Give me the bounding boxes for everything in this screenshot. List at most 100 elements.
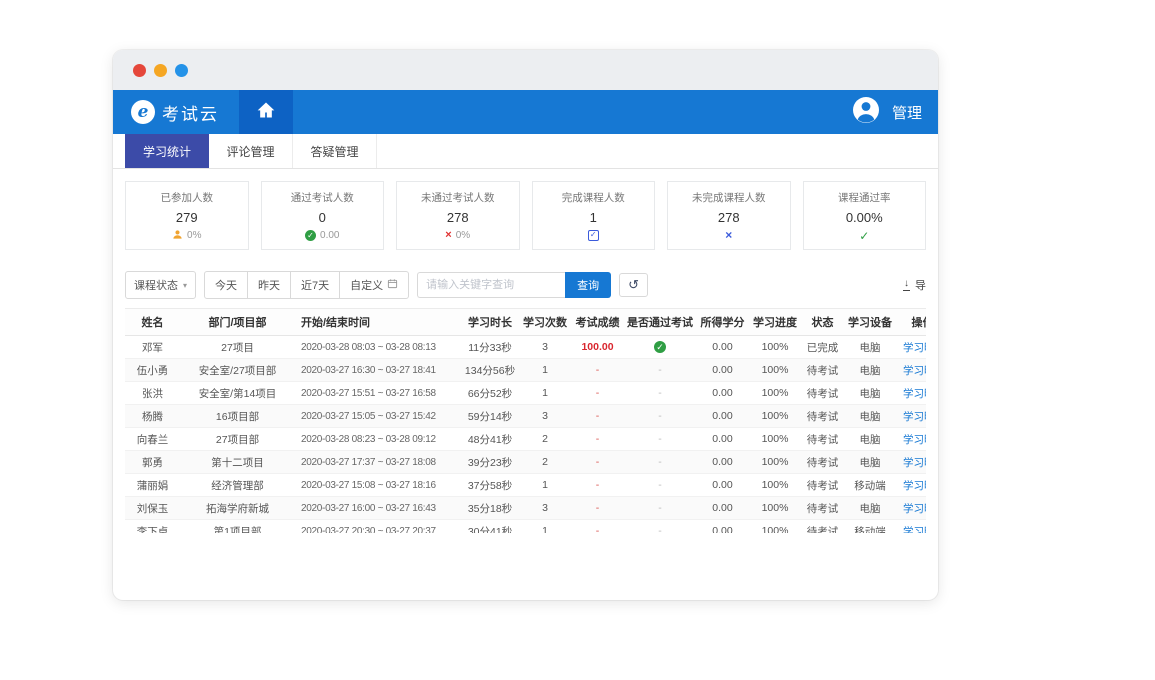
cell-credits: 0.00 bbox=[695, 496, 750, 520]
cell-duration: 35分18秒 bbox=[460, 496, 520, 520]
cell-department: 安全室/27项目部 bbox=[180, 358, 295, 382]
query-button[interactable]: 查询 bbox=[565, 272, 612, 298]
export-button[interactable]: 导出 bbox=[903, 277, 926, 293]
cell-passed: - bbox=[625, 496, 695, 520]
study-detail-link[interactable]: 学习明细 bbox=[903, 503, 926, 515]
cell-time-range: 2020-03-27 20:30 ~ 03-27 20:37 bbox=[295, 519, 460, 533]
table-row: 张洪 安全室/第14项目 2020-03-27 15:51 ~ 03-27 16… bbox=[125, 381, 926, 405]
cell-progress: 100% bbox=[750, 358, 800, 382]
cell-credits: 0.00 bbox=[695, 335, 750, 359]
cell-study-count: 3 bbox=[520, 496, 570, 520]
study-detail-link[interactable]: 学习明细 bbox=[903, 434, 926, 446]
pass-check-icon bbox=[654, 341, 666, 353]
keyword-search-input[interactable] bbox=[417, 272, 566, 298]
cell-device: 电脑 bbox=[845, 427, 895, 451]
study-detail-link[interactable]: 学习明细 bbox=[903, 457, 926, 469]
card-value: 278 bbox=[446, 210, 469, 225]
calendar-icon bbox=[387, 278, 398, 292]
card-value: 0 bbox=[318, 210, 326, 225]
table-row: 李下卓 第1项目部 2020-03-27 20:30 ~ 03-27 20:37… bbox=[125, 519, 926, 534]
cell-progress: 100% bbox=[750, 335, 800, 359]
cell-duration: 39分23秒 bbox=[460, 450, 520, 474]
cell-study-count: 3 bbox=[520, 404, 570, 428]
export-label: 导出 bbox=[915, 280, 926, 292]
range-last7days-button[interactable]: 近7天 bbox=[290, 271, 341, 299]
study-detail-link[interactable]: 学习明细 bbox=[903, 365, 926, 377]
close-window-button[interactable] bbox=[133, 63, 146, 77]
brand-logo-icon: e bbox=[131, 100, 155, 124]
cell-department: 27项目部 bbox=[180, 427, 295, 451]
card-title: 课程通过率 bbox=[838, 192, 891, 204]
col-device: 学习设备 bbox=[845, 308, 895, 336]
card-exam-passed: 通过考试人数 0 0.00 bbox=[260, 181, 384, 250]
x-icon bbox=[725, 230, 732, 241]
x-icon bbox=[445, 230, 451, 241]
cell-progress: 100% bbox=[750, 473, 800, 497]
tab-study-statistics[interactable]: 学习统计 bbox=[125, 134, 209, 168]
cell-device: 电脑 bbox=[845, 450, 895, 474]
cell-study-count: 1 bbox=[520, 358, 570, 382]
cell-progress: 100% bbox=[750, 381, 800, 405]
cell-passed: - bbox=[625, 450, 695, 474]
chevron-down-icon bbox=[183, 281, 187, 290]
checkbox-icon bbox=[587, 230, 599, 241]
cell-status: 待考试 bbox=[800, 404, 845, 428]
cell-progress: 100% bbox=[750, 404, 800, 428]
cell-device: 电脑 bbox=[845, 404, 895, 428]
study-detail-link[interactable]: 学习明细 bbox=[903, 342, 926, 354]
table-header-row: 姓名 部门/项目部 开始/结束时间 学习时长 学习次数 考试成绩 是否通过考试 … bbox=[125, 308, 926, 336]
cell-name: 蒲丽娟 bbox=[125, 473, 180, 497]
maximize-window-button[interactable] bbox=[175, 63, 188, 77]
study-detail-link[interactable]: 学习明细 bbox=[903, 480, 926, 492]
user-avatar-icon[interactable] bbox=[852, 96, 880, 129]
refresh-button[interactable] bbox=[619, 273, 649, 297]
minimize-window-button[interactable] bbox=[154, 63, 167, 77]
cell-department: 拓海学府新城 bbox=[180, 496, 295, 520]
cell-name: 刘保玉 bbox=[125, 496, 180, 520]
study-detail-link[interactable]: 学习明细 bbox=[903, 411, 926, 423]
study-detail-link[interactable]: 学习明细 bbox=[903, 526, 926, 534]
cell-time-range: 2020-03-28 08:23 ~ 03-28 09:12 bbox=[295, 427, 460, 451]
person-icon bbox=[172, 229, 183, 243]
cell-study-count: 2 bbox=[520, 450, 570, 474]
cell-name: 张洪 bbox=[125, 381, 180, 405]
admin-menu[interactable]: 管理 bbox=[892, 102, 922, 123]
cell-study-count: 3 bbox=[520, 335, 570, 359]
range-today-button[interactable]: 今天 bbox=[204, 271, 249, 299]
cell-score: - bbox=[570, 519, 625, 533]
search-group: 查询 bbox=[417, 272, 612, 298]
cell-status: 待考试 bbox=[800, 496, 845, 520]
table-row: 邓军 27项目 2020-03-28 08:03 ~ 03-28 08:13 1… bbox=[125, 335, 926, 359]
card-course-completed: 完成课程人数 1 bbox=[531, 181, 655, 250]
cell-progress: 100% bbox=[750, 496, 800, 520]
card-course-incomplete: 未完成课程人数 278 bbox=[667, 181, 791, 250]
cell-status: 待考试 bbox=[800, 473, 845, 497]
tab-comment-management[interactable]: 评论管理 bbox=[209, 134, 293, 168]
cell-action: 学习明细 bbox=[895, 427, 926, 451]
cell-credits: 0.00 bbox=[695, 381, 750, 405]
cell-status: 待考试 bbox=[800, 381, 845, 405]
cell-duration: 37分58秒 bbox=[460, 473, 520, 497]
col-passed: 是否通过考试 bbox=[625, 308, 695, 336]
cell-credits: 0.00 bbox=[695, 358, 750, 382]
cell-name: 郭勇 bbox=[125, 450, 180, 474]
table-row: 蒲丽娟 经济管理部 2020-03-27 15:08 ~ 03-27 18:16… bbox=[125, 473, 926, 497]
cell-score: - bbox=[570, 473, 625, 497]
card-value: 0.00% bbox=[845, 210, 883, 225]
tab-qa-management[interactable]: 答疑管理 bbox=[293, 134, 377, 168]
course-status-select[interactable]: 课程状态 bbox=[125, 271, 197, 299]
cell-passed: - bbox=[625, 404, 695, 428]
cell-duration: 134分56秒 bbox=[460, 358, 520, 382]
range-custom-button[interactable]: 自定义 bbox=[339, 271, 410, 299]
stats-cards: 已参加人数 279 0% 通过考试人数 0 0.00 未通过考试人数 278 0… bbox=[113, 169, 938, 262]
cell-status: 待考试 bbox=[800, 358, 845, 382]
study-detail-link[interactable]: 学习明细 bbox=[903, 388, 926, 400]
range-yesterday-button[interactable]: 昨天 bbox=[247, 271, 292, 299]
home-button[interactable] bbox=[239, 90, 293, 134]
cell-department: 27项目 bbox=[180, 335, 295, 359]
cell-action: 学习明细 bbox=[895, 335, 926, 359]
card-title: 已参加人数 bbox=[160, 192, 214, 204]
cell-device: 移动端 bbox=[845, 519, 895, 533]
cell-device: 电脑 bbox=[845, 496, 895, 520]
cell-name: 向春兰 bbox=[125, 427, 180, 451]
